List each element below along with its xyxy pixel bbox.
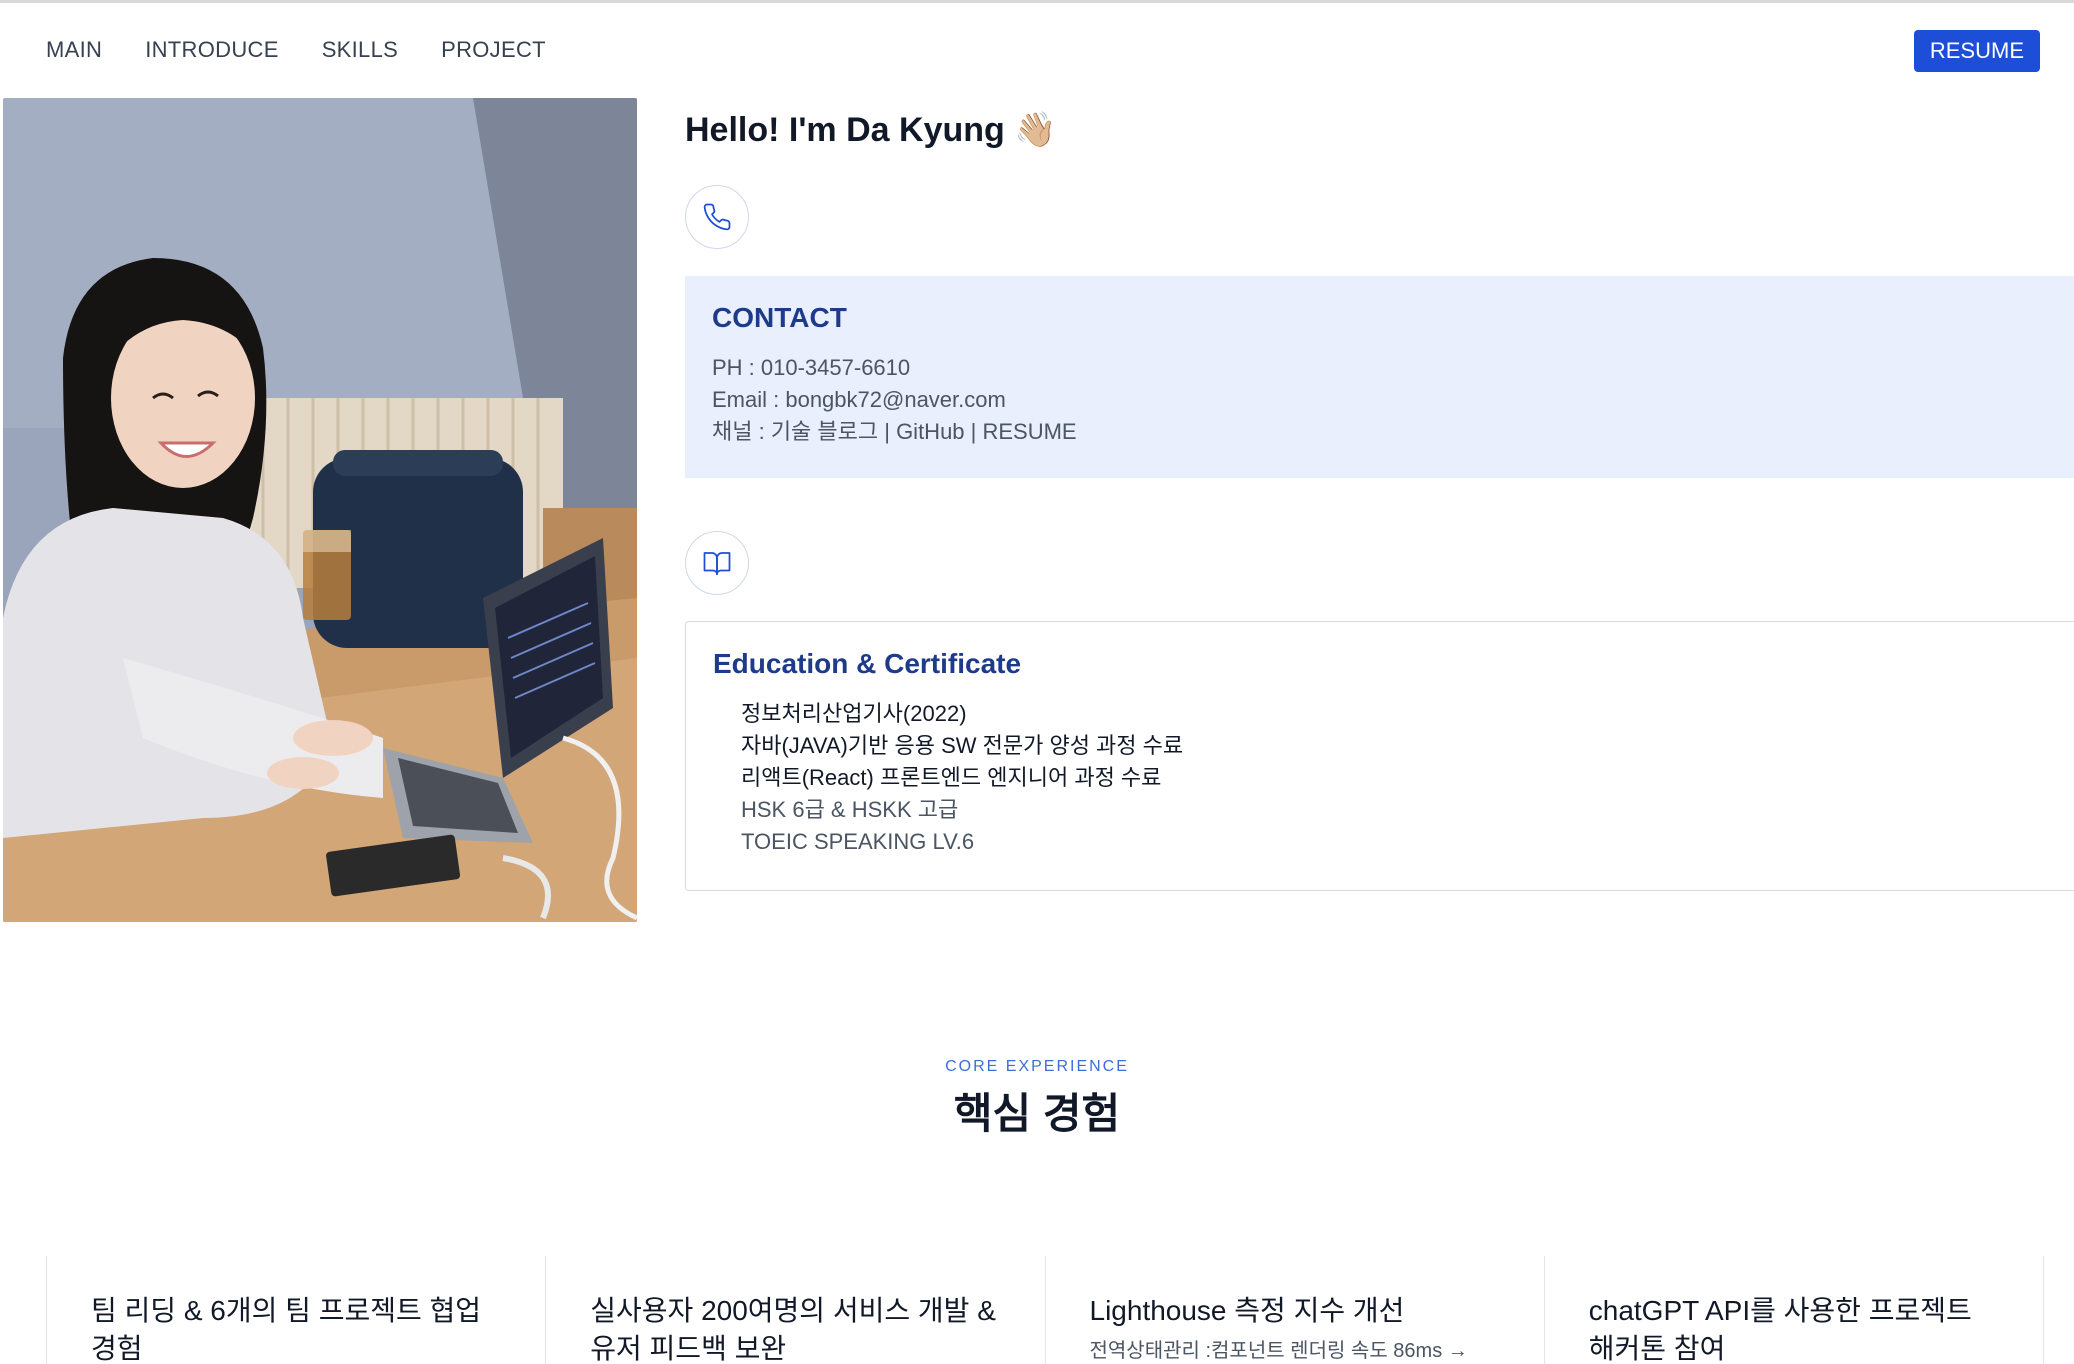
- book-icon: [685, 531, 749, 595]
- contact-email[interactable]: Email : bongbk72@naver.com: [712, 384, 2058, 416]
- nav-link-main[interactable]: MAIN: [46, 37, 102, 63]
- experience-card-title: chatGPT API를 사용한 프로젝트 해커톤 참여: [1588, 1295, 1972, 1364]
- nav-link-project[interactable]: PROJECT: [441, 37, 546, 63]
- education-title: Education & Certificate: [713, 648, 1022, 679]
- contact-title: CONTACT: [712, 302, 847, 333]
- profile-photo-illustration: [3, 98, 637, 922]
- education-list: 정보처리산업기사(2022) 자바(JAVA)기반 응용 SW 전문가 양성 과…: [741, 698, 2058, 858]
- phone-icon: [685, 185, 749, 249]
- experience-card-title: 실사용자 200여명의 서비스 개발 & 유저 피드백 보완: [590, 1295, 996, 1364]
- experience-card-title: 팀 리딩 & 6개의 팀 프로젝트 협업 경험: [91, 1295, 482, 1364]
- profile-photo: [3, 98, 637, 922]
- education-item: HSK 6급 & HSKK 고급: [741, 797, 959, 822]
- education-item: 정보처리산업기사(2022): [741, 701, 967, 726]
- experience-card: Lighthouse 측정 지수 개선 전역상태관리 :컴포넌트 렌더링 속도 …: [1044, 1256, 1544, 1364]
- core-experience-heading: 핵심 경험: [953, 1090, 1121, 1137]
- education-item: 리액트(React) 프론트엔드 엔지니어 과정 수료: [741, 765, 1162, 790]
- experience-card: 실사용자 200여명의 서비스 개발 & 유저 피드백 보완: [545, 1256, 1044, 1364]
- experience-card-subtitle: 전역상태관리 :컴포넌트 렌더링 속도 86ms →: [1089, 1340, 1468, 1362]
- nav-link-introduce[interactable]: INTRODUCE: [145, 37, 278, 63]
- resume-button[interactable]: RESUME: [1913, 30, 2040, 72]
- education-item: TOEIC SPEAKING LV.6: [741, 829, 975, 854]
- portfolio-page: MAIN INTRODUCE SKILLS PROJECT RESUME Hel…: [0, 0, 2074, 1364]
- experience-cards: 팀 리딩 & 6개의 팀 프로젝트 협업 경험 실사용자 200여명의 서비스 …: [46, 1256, 2044, 1364]
- nav-link-skills[interactable]: SKILLS: [322, 37, 398, 63]
- contact-channels[interactable]: 채널 : 기술 블로그 | GitHub | RESUME: [712, 416, 2058, 448]
- greeting-heading: Hello! I'm Da Kyung 👋🏼: [685, 111, 1057, 149]
- contact-card: CONTACT PH : 010-3457-6610 Email : bongb…: [685, 276, 2074, 478]
- nav-links: MAIN INTRODUCE SKILLS PROJECT: [46, 3, 546, 97]
- core-experience-eyebrow: CORE EXPERIENCE: [945, 1058, 1129, 1075]
- education-card: Education & Certificate 정보처리산업기사(2022) 자…: [685, 621, 2074, 891]
- experience-card: 팀 리딩 & 6개의 팀 프로젝트 협업 경험: [46, 1256, 545, 1364]
- education-item: 자바(JAVA)기반 응용 SW 전문가 양성 과정 수료: [741, 733, 1184, 758]
- contact-phone: PH : 010-3457-6610: [712, 355, 911, 380]
- experience-card: chatGPT API를 사용한 프로젝트 해커톤 참여: [1543, 1256, 2044, 1364]
- experience-card-title: Lighthouse 측정 지수 개선: [1089, 1295, 1405, 1326]
- top-navigation: MAIN INTRODUCE SKILLS PROJECT RESUME: [0, 3, 2074, 97]
